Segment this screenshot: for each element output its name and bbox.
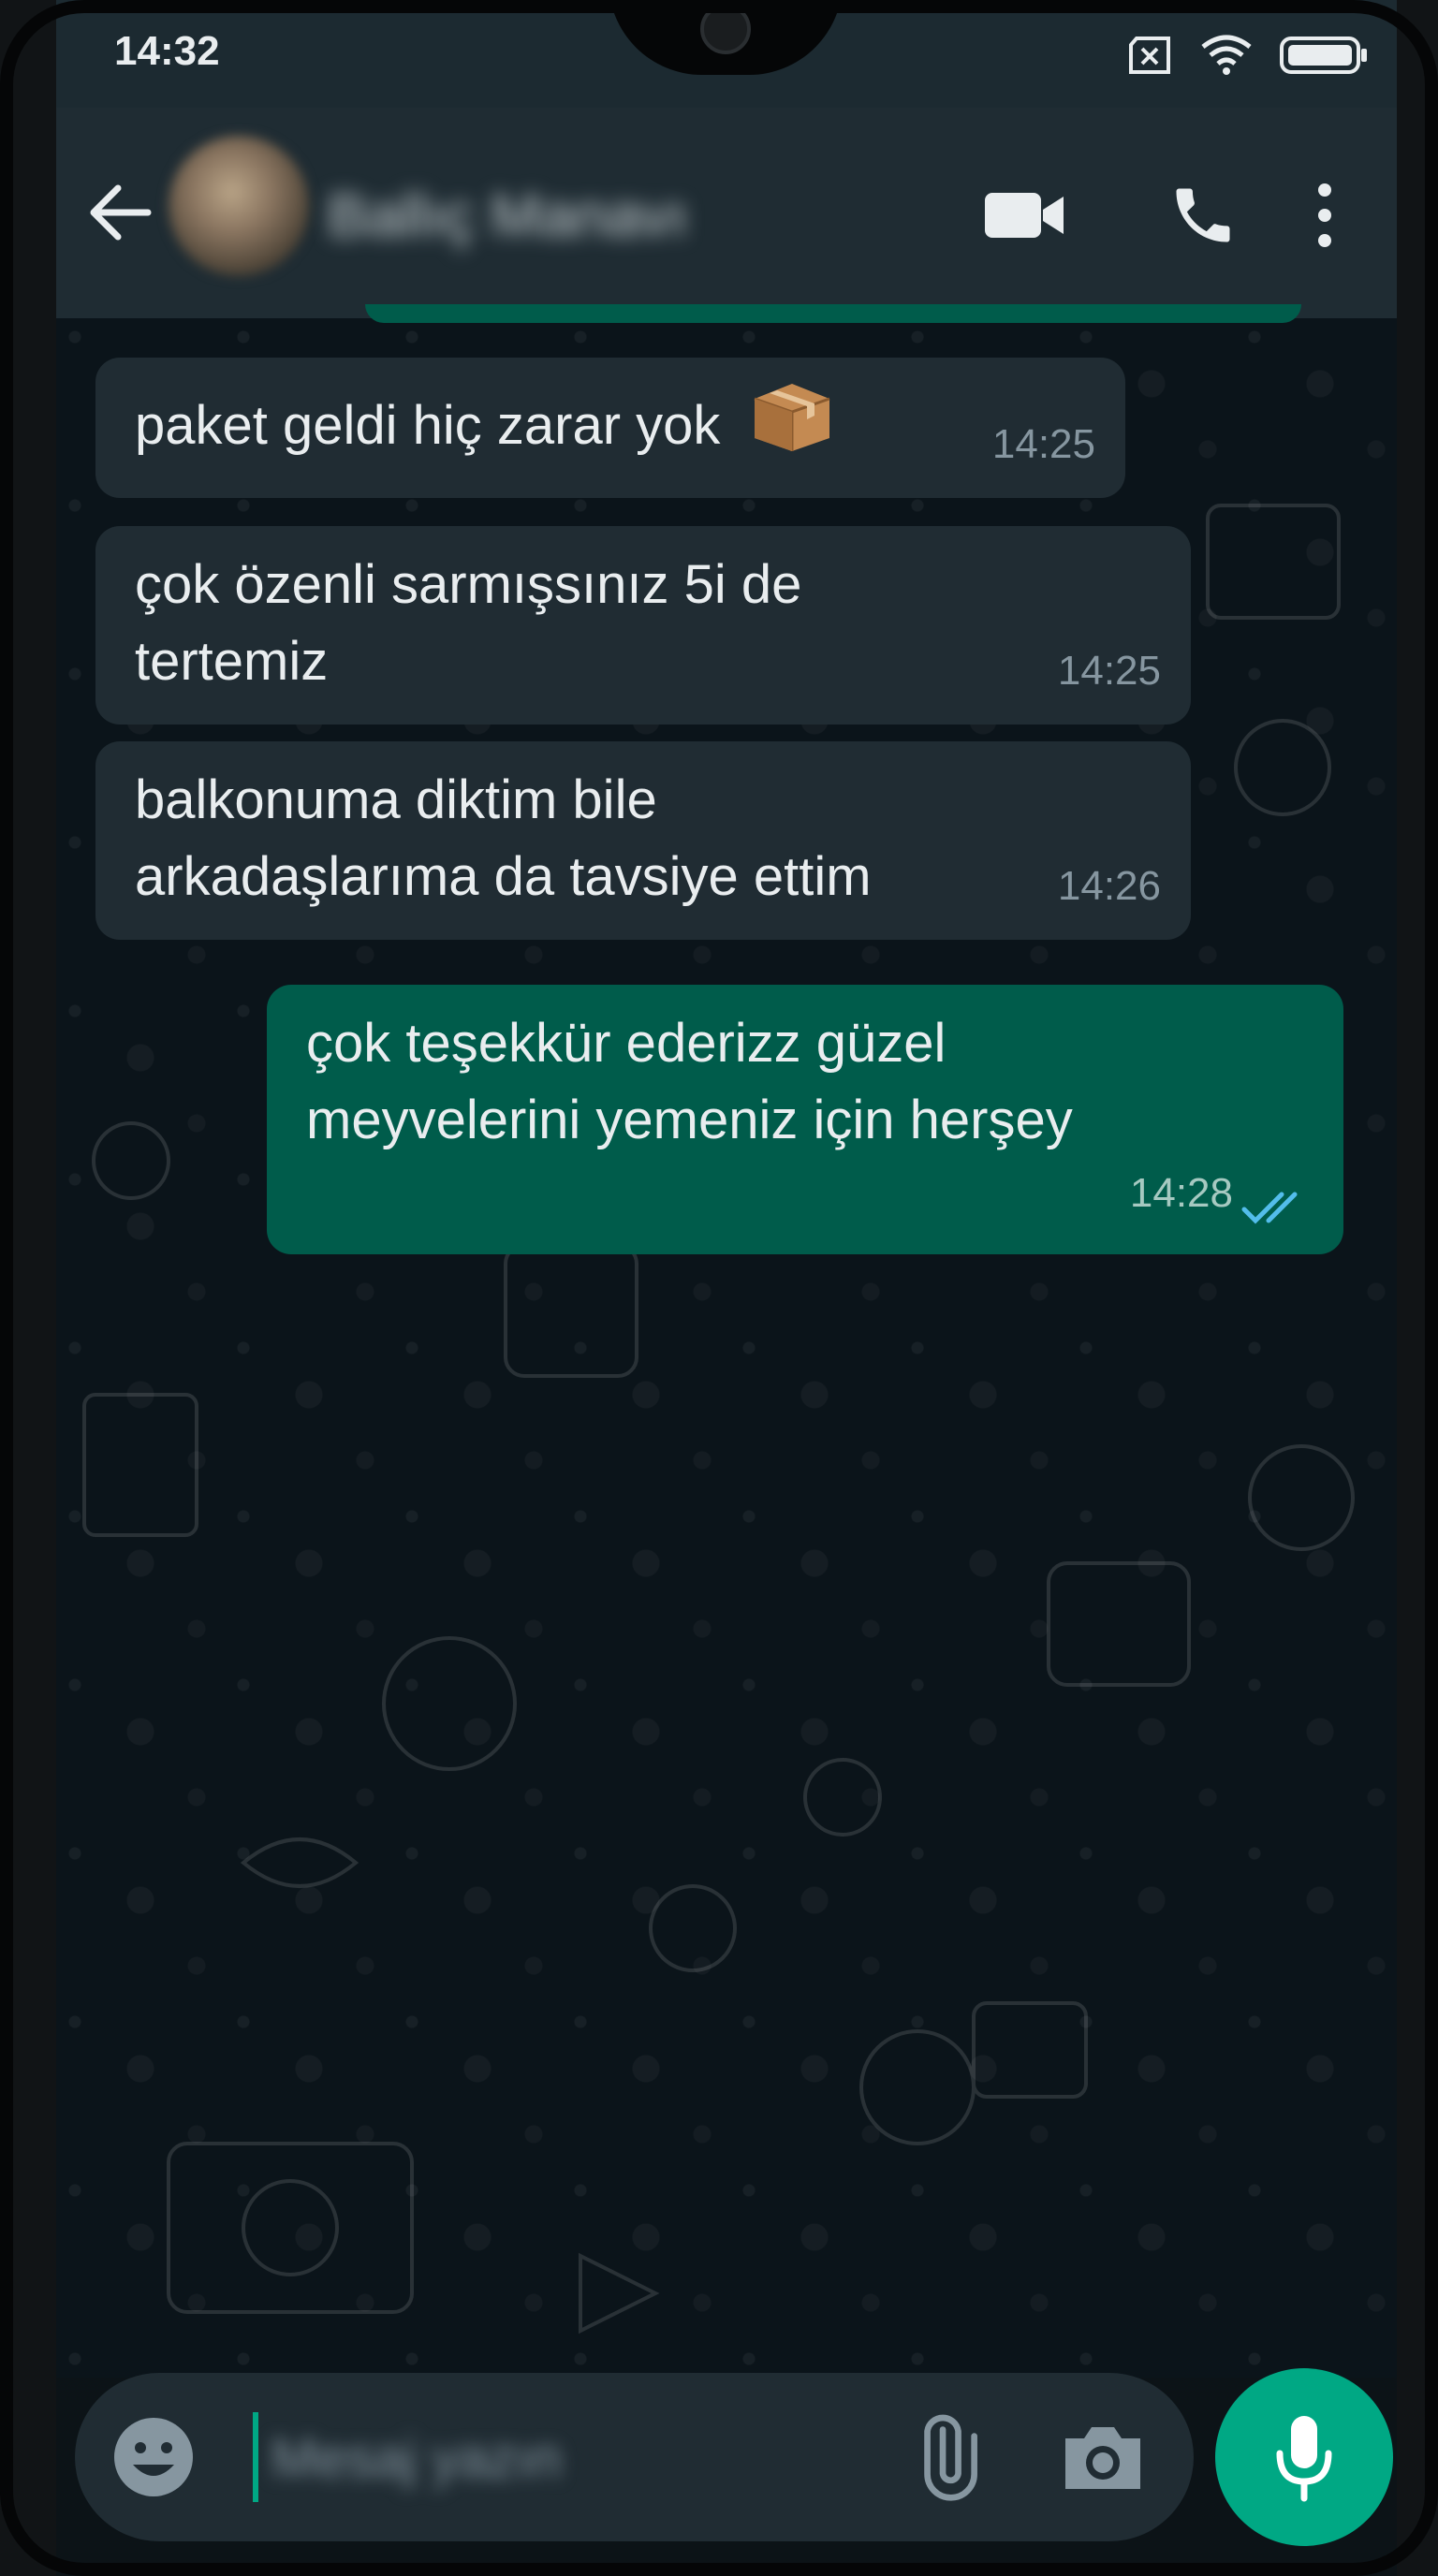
message-time: 14:25 bbox=[991, 421, 1095, 467]
incoming-message-1[interactable]: paket geldi hiç zarar yok 14:25 bbox=[95, 358, 1125, 498]
read-ticks-icon bbox=[1241, 1192, 1298, 1224]
video-call-button[interactable] bbox=[974, 164, 1077, 267]
voice-message-button[interactable] bbox=[1215, 2368, 1393, 2546]
message-text: çok teşekkür ederizz güzel meyvelerini y… bbox=[306, 1013, 1073, 1150]
emoji-icon bbox=[114, 2418, 193, 2496]
attach-button[interactable] bbox=[899, 2410, 992, 2504]
message-input[interactable]: Mesaj yazın bbox=[271, 2427, 561, 2490]
pinned-message-edge bbox=[365, 304, 1301, 323]
voice-call-icon bbox=[1176, 188, 1230, 242]
wifi-icon bbox=[1201, 35, 1252, 75]
video-call-icon bbox=[985, 193, 1064, 238]
sim-off-icon bbox=[1129, 37, 1170, 74]
message-text: paket geldi hiç zarar yok bbox=[135, 395, 721, 456]
message-time: 14:28 bbox=[1129, 1170, 1233, 1216]
camera-icon bbox=[1065, 2427, 1140, 2489]
emoji-button[interactable] bbox=[109, 2412, 198, 2502]
voice-call-button[interactable] bbox=[1152, 164, 1255, 267]
outgoing-message-1[interactable]: çok teşekkür ederizz güzel meyvelerini y… bbox=[267, 985, 1343, 1254]
message-text: balkonuma diktim bile arkadaşlarıma da t… bbox=[135, 769, 872, 907]
paperclip-icon bbox=[924, 2414, 977, 2501]
back-arrow-icon bbox=[90, 184, 152, 241]
front-camera bbox=[700, 4, 751, 54]
message-time: 14:25 bbox=[1057, 648, 1161, 694]
more-options-icon bbox=[1318, 183, 1331, 247]
package-emoji bbox=[754, 384, 830, 451]
status-time: 14:32 bbox=[114, 28, 220, 74]
text-cursor bbox=[253, 2412, 258, 2502]
camera-button[interactable] bbox=[1056, 2410, 1150, 2504]
more-options-button[interactable] bbox=[1287, 164, 1362, 267]
message-input-bar: Mesaj yazın bbox=[75, 2373, 1194, 2541]
chat-area[interactable]: paket geldi hiç zarar yok 14:25 çok özen… bbox=[56, 318, 1397, 2378]
chat-header: Ballıç Manavı bbox=[56, 108, 1397, 318]
incoming-message-3[interactable]: balkonuma diktim bile arkadaşlarıma da t… bbox=[95, 741, 1191, 940]
microphone-icon bbox=[1276, 2416, 1332, 2502]
phone-frame: 14:32 Ballıç Manavı paket geldi hiç zara… bbox=[0, 0, 1438, 2576]
battery-icon bbox=[1280, 37, 1367, 74]
message-time: 14:26 bbox=[1057, 863, 1161, 909]
status-icons bbox=[1125, 32, 1369, 79]
incoming-message-2[interactable]: çok özenli sarmışsınız 5i de tertemiz 14… bbox=[95, 526, 1191, 724]
message-text: çok özenli sarmışsınız 5i de tertemiz bbox=[135, 554, 802, 692]
contact-name[interactable]: Ballıç Manavı bbox=[328, 181, 687, 250]
screen: 14:32 Ballıç Manavı paket geldi hiç zara… bbox=[56, 0, 1397, 2576]
back-button[interactable] bbox=[82, 175, 157, 250]
contact-avatar[interactable] bbox=[169, 136, 309, 276]
camera-notch bbox=[609, 0, 843, 75]
status-bar: 14:32 bbox=[56, 0, 1397, 108]
